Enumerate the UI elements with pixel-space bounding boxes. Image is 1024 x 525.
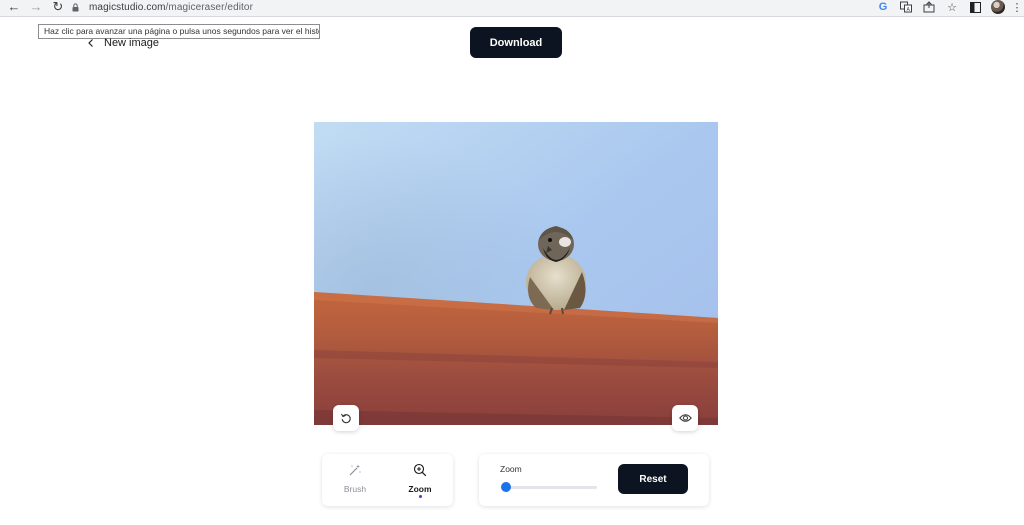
share-icon[interactable] — [922, 0, 936, 14]
zoom-tool-label: Zoom — [408, 484, 432, 494]
zoom-in-icon — [413, 463, 427, 477]
google-icon[interactable]: G — [876, 0, 890, 14]
zoom-tool-button[interactable]: Zoom — [390, 454, 450, 506]
eye-icon — [678, 414, 692, 422]
chevron-left-icon — [88, 39, 93, 47]
url-domain: magicstudio.com — [89, 1, 166, 13]
zoom-slider-label: Zoom — [500, 464, 522, 474]
zoom-slider-thumb[interactable] — [501, 482, 511, 492]
svg-text:A: A — [907, 7, 911, 13]
forward-arrow-icon[interactable]: → — [28, 0, 44, 14]
browser-toolbar: ← → ↻ magicstudio.com/magiceraser/editor… — [0, 0, 1024, 17]
reload-icon[interactable]: ↻ — [50, 0, 66, 14]
avatar-image — [991, 0, 1005, 14]
brush-label: Brush — [343, 484, 367, 494]
history-tooltip: Haz clic para avanzar una página o pulsa… — [38, 24, 320, 39]
reset-button[interactable]: Reset — [618, 464, 688, 494]
translate-icon[interactable]: A — [899, 0, 913, 14]
sparrow-photo — [314, 122, 718, 425]
undo-icon — [341, 413, 351, 424]
avatar[interactable] — [991, 0, 1005, 14]
back-arrow-icon[interactable]: ← — [6, 0, 22, 14]
new-image-label: New image — [104, 37, 160, 49]
image-canvas[interactable] — [314, 122, 718, 425]
more-vert-icon[interactable]: ⋮ — [1012, 0, 1023, 14]
address-bar[interactable]: magicstudio.com/magiceraser/editor — [72, 0, 862, 14]
zoom-slider-track[interactable] — [503, 486, 597, 489]
new-image-link[interactable]: New image — [86, 35, 159, 51]
browser-actions: G A ☆ ⋮ — [867, 0, 1024, 14]
zoom-panel: Zoom Reset — [479, 454, 709, 506]
lock-icon — [72, 2, 79, 11]
undo-button[interactable] — [333, 405, 359, 431]
side-panel-icon[interactable] — [968, 0, 982, 14]
url-text: magicstudio.com/magiceraser/editor — [89, 2, 253, 13]
magic-wand-icon — [349, 464, 361, 476]
brush-tool-button[interactable]: Brush — [325, 454, 385, 506]
active-tool-indicator — [419, 495, 422, 498]
url-path: /magiceraser/editor — [165, 1, 254, 13]
star-icon[interactable]: ☆ — [945, 0, 959, 14]
preview-original-button[interactable] — [672, 405, 698, 431]
download-button[interactable]: Download — [470, 27, 562, 58]
tool-selector: Brush Zoom — [322, 454, 453, 506]
